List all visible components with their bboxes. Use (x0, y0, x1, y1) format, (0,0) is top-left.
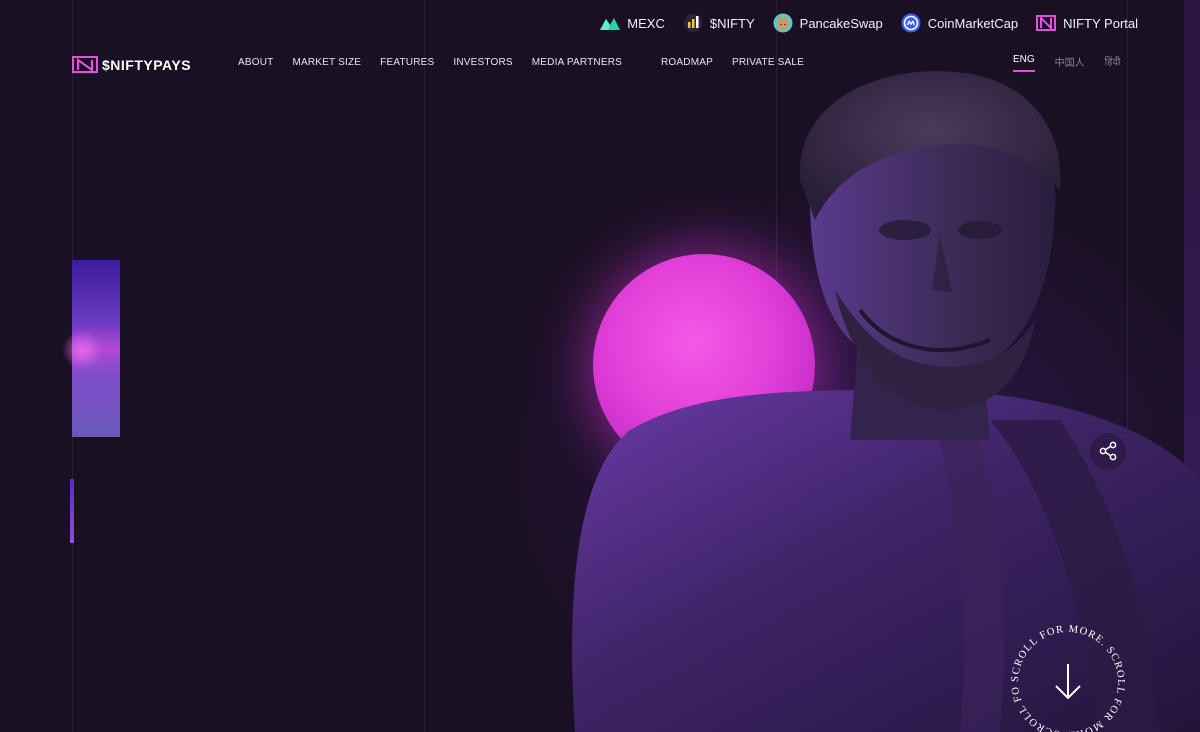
lang-hindi[interactable]: हिंदी (1105, 54, 1121, 72)
partner-link-pancakeswap[interactable]: PancakeSwap (773, 13, 883, 33)
language-switcher: ENG 中国人 हिंदी (1013, 54, 1120, 72)
lang-chinese[interactable]: 中国人 (1055, 54, 1085, 72)
partner-link-nifty-token[interactable]: $NIFTY (683, 13, 755, 33)
partner-link-mexc[interactable]: MEXC (600, 13, 665, 33)
lang-eng[interactable]: ENG (1013, 54, 1035, 72)
nifty-portal-icon (1036, 13, 1057, 33)
partner-link-nifty-portal[interactable]: NIFTY Portal (1036, 13, 1138, 33)
partner-label: CoinMarketCap (927, 15, 1019, 31)
gradient-panel (62, 260, 120, 437)
logo-text: $NIFTYPAYS (102, 56, 192, 73)
main-nav: ABOUT MARKET SIZE FEATURES INVESTORS MED… (238, 57, 804, 68)
share-button[interactable] (1090, 433, 1126, 469)
partner-label: NIFTY Portal (1063, 15, 1138, 31)
grid-line (424, 0, 425, 732)
hero-section: MEXC $NIFTY PancakeSwap CoinMarketCap NI… (0, 0, 1200, 732)
nifty-logo-icon (72, 56, 98, 73)
progress-indicator (70, 479, 74, 543)
nav-features[interactable]: FEATURES (380, 57, 434, 68)
nav-investors[interactable]: INVESTORS (453, 57, 512, 68)
nav-roadmap[interactable]: ROADMAP (661, 57, 713, 68)
nifty-token-icon (683, 13, 703, 33)
partner-label: $NIFTY (709, 15, 755, 31)
pancakeswap-icon (773, 13, 793, 33)
partner-label: PancakeSwap (799, 15, 883, 31)
nav-about[interactable]: ABOUT (238, 57, 273, 68)
arrow-down-icon (1055, 664, 1081, 700)
scroll-for-more-button[interactable]: SCROLL FOR MORE. SCROLL FOR MORE. SCROLL… (1008, 622, 1128, 732)
coinmarketcap-icon (901, 13, 921, 33)
nav-media-partners[interactable]: MEDIA PARTNERS (532, 57, 622, 68)
partner-link-coinmarketcap[interactable]: CoinMarketCap (901, 13, 1018, 33)
nav-market-size[interactable]: MARKET SIZE (292, 57, 361, 68)
partner-label: MEXC (627, 15, 665, 31)
site-logo[interactable]: $NIFTYPAYS (72, 56, 191, 73)
mexc-icon (600, 13, 621, 33)
share-icon (1099, 441, 1117, 461)
partner-links-bar: MEXC $NIFTY PancakeSwap CoinMarketCap NI… (600, 12, 1138, 34)
nav-private-sale[interactable]: PRIVATE SALE (732, 57, 804, 68)
